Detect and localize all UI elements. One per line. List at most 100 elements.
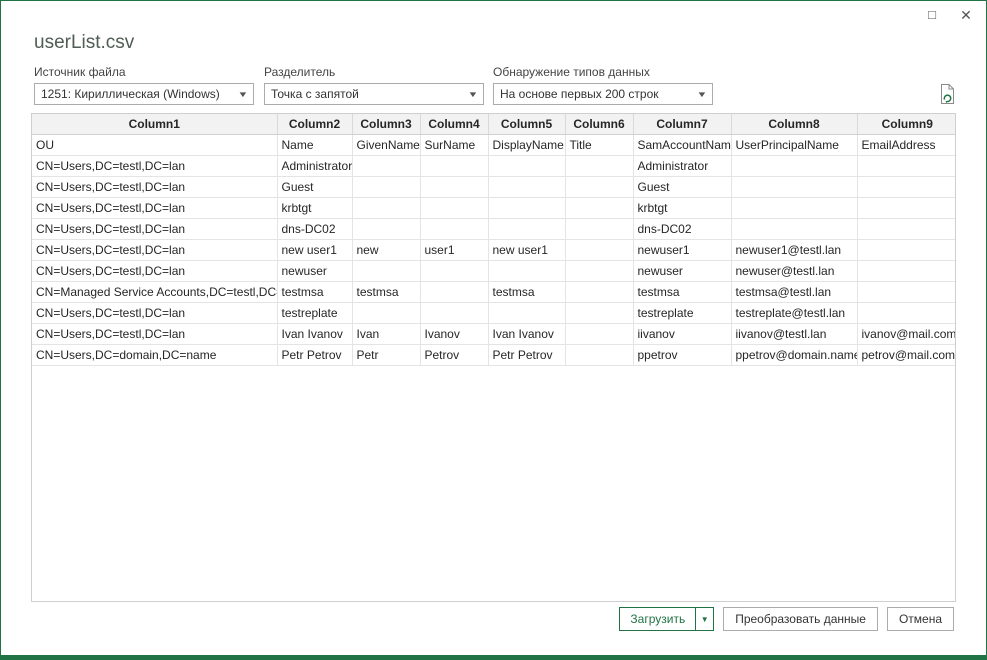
table-cell: testreplate [633, 303, 731, 324]
table-cell: CN=Users,DC=testl,DC=lan [32, 219, 277, 240]
footer-buttons: Загрузить ▼ Преобразовать данные Отмена [619, 607, 954, 631]
refresh-preview-button[interactable] [937, 83, 957, 105]
table-row: CN=Users,DC=testl,DC=lannewusernewuserne… [32, 261, 956, 282]
table-cell: CN=Managed Service Accounts,DC=testl,DC=… [32, 282, 277, 303]
table-cell [857, 177, 956, 198]
table-cell: CN=Users,DC=testl,DC=lan [32, 156, 277, 177]
table-cell [565, 282, 633, 303]
table-cell: newuser [633, 261, 731, 282]
table-cell: SamAccountName [633, 135, 731, 156]
table-cell: newuser [277, 261, 352, 282]
table-row: CN=Users,DC=testl,DC=lantestreplatetestr… [32, 303, 956, 324]
csv-import-dialog: □ ✕ userList.csv Источник файла 1251: Ки… [0, 0, 987, 660]
table-row: CN=Users,DC=domain,DC=namePetr PetrovPet… [32, 345, 956, 366]
table-cell [420, 261, 488, 282]
table-cell [488, 303, 565, 324]
delimiter-select[interactable]: Точка с запятой ▼ [264, 83, 484, 105]
table-cell: Guest [633, 177, 731, 198]
transform-data-button[interactable]: Преобразовать данные [723, 607, 878, 631]
column-header: Column9 [857, 114, 956, 135]
type-detection-select[interactable]: На основе первых 200 строк ▼ [493, 83, 713, 105]
table-row: CN=Users,DC=testl,DC=lankrbtgtkrbtgt [32, 198, 956, 219]
file-origin-field: Источник файла 1251: Кириллическая (Wind… [34, 65, 254, 105]
chevron-down-icon: ▼ [696, 90, 707, 99]
table-cell [352, 198, 420, 219]
table-cell: iivanov [633, 324, 731, 345]
type-detection-value: На основе первых 200 строк [500, 87, 659, 101]
load-button[interactable]: Загрузить [619, 607, 695, 631]
table-cell [565, 303, 633, 324]
table-cell: CN=Users,DC=testl,DC=lan [32, 198, 277, 219]
table-cell [420, 198, 488, 219]
table-cell: testreplate [277, 303, 352, 324]
table-cell: Ivan Ivanov [277, 324, 352, 345]
table-cell: ppetrov [633, 345, 731, 366]
table-cell [857, 198, 956, 219]
table-row: CN=Users,DC=testl,DC=lanIvan IvanovIvanI… [32, 324, 956, 345]
table-cell: DisplayName [488, 135, 565, 156]
table-cell: Administrator [277, 156, 352, 177]
table-row: CN=Users,DC=testl,DC=lan new user1 newuser… [32, 240, 956, 261]
preview-table: Column1Column2Column3Column4Column5Colum… [32, 114, 956, 366]
table-cell: Ivan Ivanov [488, 324, 565, 345]
close-button[interactable]: ✕ [958, 7, 974, 23]
table-cell: CN=Users,DC=testl,DC=lan [32, 324, 277, 345]
table-cell: new [352, 240, 420, 261]
table-row: CN=Users,DC=testl,DC=landns-DC02dns-DC02 [32, 219, 956, 240]
table-cell: user1 [420, 240, 488, 261]
table-cell [488, 177, 565, 198]
table-row: CN=Users,DC=testl,DC=lanAdministratorAdm… [32, 156, 956, 177]
table-row: CN=Managed Service Accounts,DC=testl,DC=… [32, 282, 956, 303]
table-cell: CN=Users,DC=testl,DC=lan [32, 240, 277, 261]
table-cell: Petr Petrov [277, 345, 352, 366]
table-cell: OU [32, 135, 277, 156]
table-cell: Ivanov [420, 324, 488, 345]
table-cell: newuser@testl.lan [731, 261, 857, 282]
table-cell: Name [277, 135, 352, 156]
table-cell: testmsa [277, 282, 352, 303]
table-cell [488, 261, 565, 282]
column-header: Column7 [633, 114, 731, 135]
load-split-button: Загрузить ▼ [619, 607, 714, 631]
table-cell [565, 324, 633, 345]
table-cell [565, 156, 633, 177]
column-header: Column8 [731, 114, 857, 135]
table-cell: CN=Users,DC=testl,DC=lan [32, 261, 277, 282]
table-cell [565, 240, 633, 261]
page-title: userList.csv [34, 32, 134, 54]
table-cell: newuser1@testl.lan [731, 240, 857, 261]
cancel-button[interactable]: Отмена [887, 607, 954, 631]
table-cell [352, 177, 420, 198]
table-cell [731, 177, 857, 198]
table-cell [565, 219, 633, 240]
file-origin-select[interactable]: 1251: Кириллическая (Windows) ▼ [34, 83, 254, 105]
table-cell [731, 198, 857, 219]
table-cell: ivanov@mail.com [857, 324, 956, 345]
table-cell: Title [565, 135, 633, 156]
table-cell: testmsa [633, 282, 731, 303]
table-cell [420, 177, 488, 198]
load-dropdown-arrow[interactable]: ▼ [695, 607, 714, 631]
table-cell [565, 261, 633, 282]
delimiter-value: Точка с запятой [271, 87, 359, 101]
table-cell [857, 240, 956, 261]
table-cell: testmsa [488, 282, 565, 303]
table-cell: dns-DC02 [633, 219, 731, 240]
delimiter-field: Разделитель Точка с запятой ▼ [264, 65, 484, 105]
table-cell: ppetrov@domain.name [731, 345, 857, 366]
table-cell: testmsa [352, 282, 420, 303]
table-cell: Petrov [420, 345, 488, 366]
table-cell: krbtgt [633, 198, 731, 219]
table-cell: GivenName [352, 135, 420, 156]
maximize-button[interactable]: □ [924, 7, 940, 23]
table-cell: CN=Users,DC=testl,DC=lan [32, 177, 277, 198]
table-cell [420, 156, 488, 177]
table-cell [857, 156, 956, 177]
column-header: Column1 [32, 114, 277, 135]
table-cell [352, 303, 420, 324]
column-header: Column5 [488, 114, 565, 135]
table-cell [488, 156, 565, 177]
chevron-down-icon: ▼ [467, 90, 478, 99]
file-origin-label: Источник файла [34, 65, 254, 79]
table-cell: Administrator [633, 156, 731, 177]
